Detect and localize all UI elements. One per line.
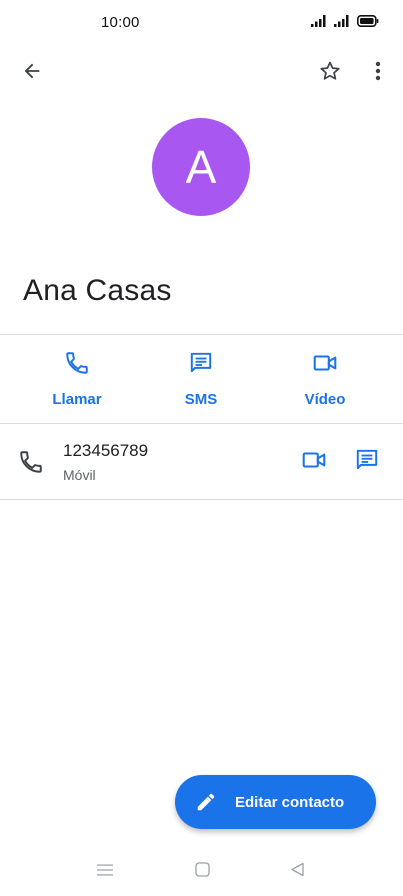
nav-back-button[interactable] bbox=[282, 858, 312, 886]
edit-contact-label: Editar contacto bbox=[235, 793, 345, 811]
phone-entry-row[interactable] bbox=[0, 425, 403, 499]
divider bbox=[0, 423, 403, 424]
home-square-icon bbox=[194, 862, 210, 882]
edit-contact-button[interactable]: Editar contacto bbox=[175, 775, 376, 829]
message-icon bbox=[188, 350, 214, 381]
pencil-icon bbox=[195, 791, 217, 813]
contact-name: Ana Casas bbox=[23, 274, 172, 307]
divider bbox=[0, 334, 403, 335]
phone-icon bbox=[18, 449, 44, 480]
sms-label: SMS bbox=[184, 391, 218, 408]
avatar: A bbox=[152, 118, 250, 216]
phone-type: Móvil bbox=[63, 467, 96, 483]
status-time: 10:00 bbox=[101, 14, 140, 31]
video-call-number-button[interactable] bbox=[294, 442, 334, 482]
battery-icon bbox=[357, 15, 379, 27]
favorite-button[interactable] bbox=[310, 53, 350, 93]
videocam-icon bbox=[312, 350, 338, 381]
divider bbox=[0, 499, 403, 500]
sms-button[interactable]: SMS bbox=[151, 350, 251, 410]
call-button[interactable]: Llamar bbox=[27, 350, 127, 410]
more-options-button[interactable] bbox=[358, 53, 398, 93]
signal-icon bbox=[334, 15, 351, 27]
message-icon bbox=[354, 447, 380, 478]
back-button[interactable] bbox=[12, 53, 52, 93]
more-vert-icon bbox=[375, 61, 381, 86]
menu-icon bbox=[97, 863, 113, 881]
video-button[interactable]: Vídeo bbox=[275, 350, 375, 410]
call-label: Llamar bbox=[52, 391, 102, 408]
star-outline-icon bbox=[318, 59, 342, 88]
back-arrow-icon bbox=[21, 60, 43, 87]
nav-menu-button[interactable] bbox=[90, 858, 120, 886]
status-icons bbox=[311, 15, 379, 27]
nav-home-button[interactable] bbox=[187, 858, 217, 886]
phone-icon bbox=[64, 350, 90, 381]
video-label: Vídeo bbox=[304, 391, 346, 408]
phone-number: 123456789 bbox=[63, 441, 149, 460]
signal-icon bbox=[311, 15, 328, 27]
message-number-button[interactable] bbox=[347, 442, 387, 482]
back-triangle-icon bbox=[290, 862, 305, 882]
videocam-icon bbox=[301, 447, 327, 478]
